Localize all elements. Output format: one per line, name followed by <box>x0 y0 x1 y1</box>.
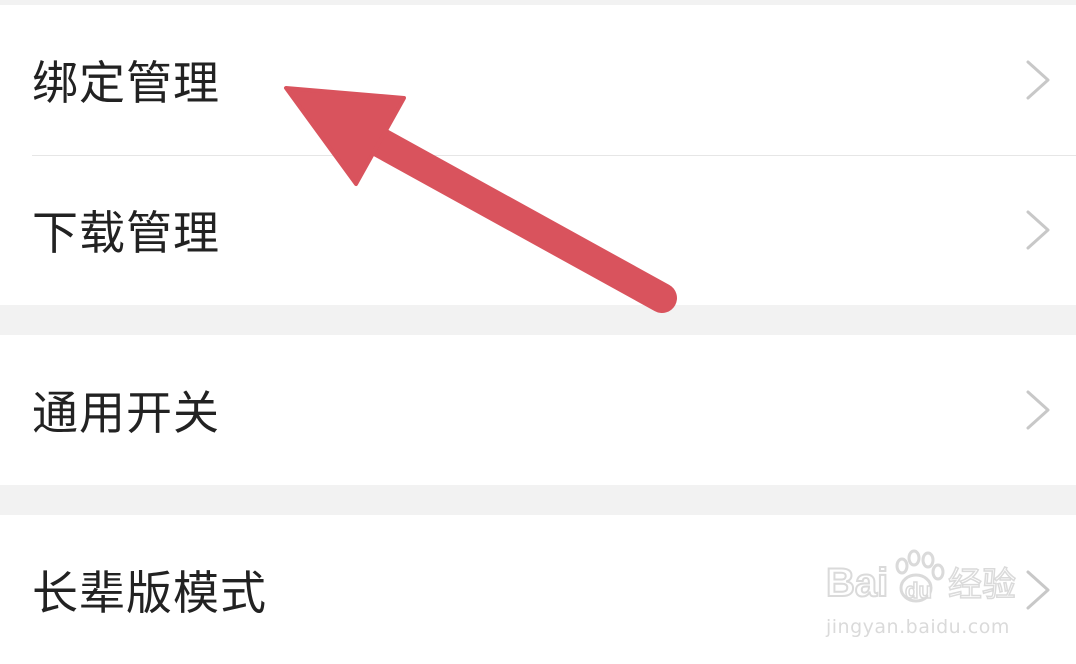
svg-text:du: du <box>905 578 932 603</box>
settings-item-label: 下载管理 <box>32 206 220 260</box>
svg-text:Bai: Bai <box>826 561 888 605</box>
settings-screen: 绑定管理 下载管理 通用开关 长辈版模式 Bai du 经验 jingyan.b… <box>0 0 1076 664</box>
chevron-right-icon <box>1026 390 1050 430</box>
chevron-right-icon <box>1026 60 1050 100</box>
settings-item-label: 通用开关 <box>32 386 220 440</box>
settings-group-account: 绑定管理 下载管理 <box>0 5 1076 305</box>
settings-item-label: 绑定管理 <box>32 56 220 110</box>
settings-item-download-management[interactable]: 下载管理 <box>0 155 1076 305</box>
watermark-url: jingyan.baidu.com <box>826 616 1010 638</box>
settings-item-binding-management[interactable]: 绑定管理 <box>0 5 1076 155</box>
baidu-jingyan-watermark: Bai du 经验 jingyan.baidu.com <box>825 548 1026 644</box>
chevron-right-icon <box>1026 570 1050 610</box>
settings-group-general: 通用开关 <box>0 335 1076 485</box>
chevron-right-icon <box>1026 210 1050 250</box>
settings-item-label: 长辈版模式 <box>32 566 267 620</box>
svg-text:经验: 经验 <box>948 565 1016 605</box>
baidu-logo-icon: Bai du 经验 <box>825 549 1017 606</box>
settings-item-general-switches[interactable]: 通用开关 <box>0 335 1076 485</box>
